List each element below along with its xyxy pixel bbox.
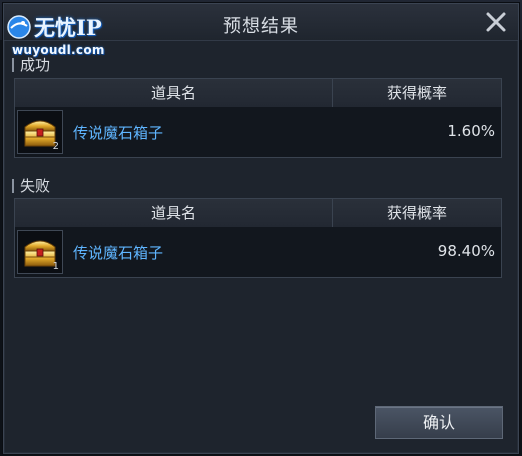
item-slot[interactable]: 1 (17, 230, 63, 274)
table-header: 道具名 获得概率 (15, 79, 501, 107)
watermark-url: wuyoudl.com (12, 43, 105, 57)
item-rate: 1.60% (447, 122, 495, 140)
watermark-brand: 无忧IP (34, 15, 102, 40)
close-icon[interactable] (482, 8, 510, 36)
item-quantity: 1 (52, 261, 59, 272)
item-quantity: 2 (52, 141, 59, 152)
item-name[interactable]: 传说魔石箱子 (73, 122, 163, 143)
col-rate-header: 获得概率 (333, 79, 501, 107)
globe-logo-icon (7, 15, 31, 39)
prediction-result-dialog: 预想结果 成功 道具名 获得概率 2 传说魔石箱子 1.60% 失败 道具名 获… (3, 3, 519, 454)
watermark-logo: 无忧IP wuyoudl.com (6, 14, 118, 60)
failure-table: 道具名 获得概率 1 传说魔石箱子 98.40% (14, 198, 502, 278)
table-row: 2 传说魔石箱子 1.60% (15, 108, 501, 156)
table-row: 1 传说魔石箱子 98.40% (15, 228, 501, 276)
item-slot[interactable]: 2 (17, 110, 63, 154)
table-header: 道具名 获得概率 (15, 199, 501, 227)
success-table: 道具名 获得概率 2 传说魔石箱子 1.60% (14, 78, 502, 158)
section-marker (12, 179, 14, 193)
col-item-name-header: 道具名 (15, 79, 333, 107)
item-name[interactable]: 传说魔石箱子 (73, 242, 163, 263)
item-rate: 98.40% (437, 242, 495, 260)
col-rate-header: 获得概率 (333, 199, 501, 227)
col-item-name-header: 道具名 (15, 199, 333, 227)
confirm-button[interactable]: 确认 (375, 406, 503, 439)
failure-section-label: 失败 (12, 175, 50, 196)
failure-label-text: 失败 (20, 177, 51, 195)
section-marker (12, 58, 14, 72)
